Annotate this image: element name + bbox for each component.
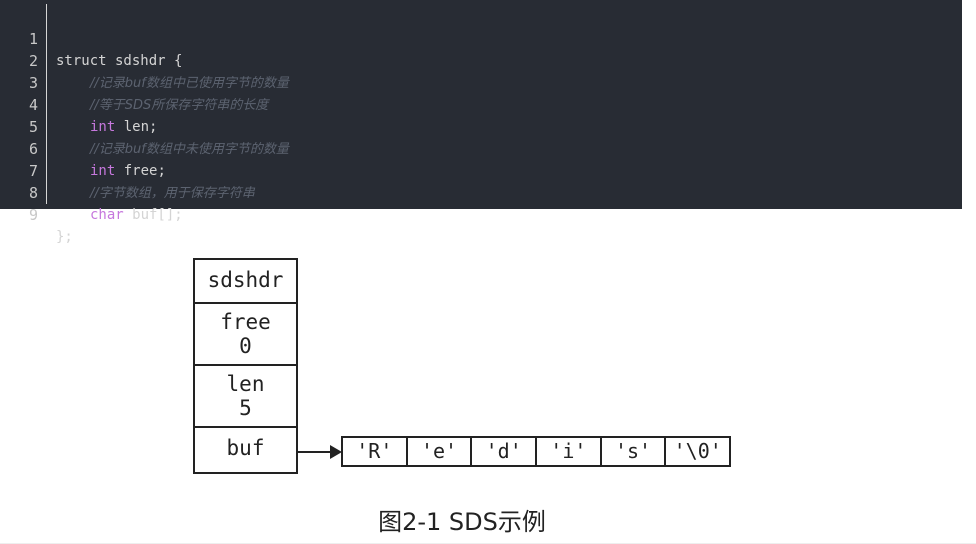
buf-cell-2: 'd' — [472, 438, 538, 465]
code-line-7: 7 //字节数组，用于保存字符串 — [0, 138, 255, 201]
free-field-cell: free 0 — [195, 304, 296, 366]
code-text: //字节数组，用于保存字符串 — [90, 182, 255, 205]
len-label: len — [226, 372, 265, 396]
code-keyword: int — [90, 163, 116, 179]
code-text: //记录buf数组中已使用字节的数量 — [90, 72, 289, 95]
code-line-2: 2 //记录buf数组中已使用字节的数量 — [0, 28, 289, 91]
buf-field-cell: buf — [195, 428, 296, 472]
code-text: int len; — [90, 116, 157, 138]
code-identifier: free; — [115, 163, 166, 179]
sds-diagram: sdshdr free 0 len 5 buf 'R' 'e' 'd' 'i' … — [0, 210, 976, 544]
free-label: free — [220, 310, 271, 334]
code-comment: //等于SDS所保存字符串的长度 — [90, 98, 269, 113]
len-field-cell: len 5 — [195, 366, 296, 428]
code-line-6: 6 int free; — [0, 116, 166, 179]
code-panel: 1 struct sdshdr { 2 //记录buf数组中已使用字节的数量 3… — [0, 0, 962, 245]
buf-cell-1: 'e' — [408, 438, 473, 465]
code-comment: //记录buf数组中未使用字节的数量 — [90, 142, 289, 157]
struct-title-cell: sdshdr — [195, 260, 296, 304]
buf-array: 'R' 'e' 'd' 'i' 's' '\0' — [341, 436, 731, 467]
buf-cell-4: 's' — [602, 438, 667, 465]
code-comment: //字节数组，用于保存字符串 — [90, 186, 255, 201]
sdshdr-struct-box: sdshdr free 0 len 5 buf — [193, 258, 298, 474]
code-text: struct sdshdr { — [56, 50, 182, 72]
free-value: 0 — [239, 334, 252, 358]
code-line-4: 4 int len; — [0, 72, 157, 135]
code-text: //等于SDS所保存字符串的长度 — [90, 94, 268, 117]
code-text: //记录buf数组中未使用字节的数量 — [90, 138, 289, 161]
code-text: int free; — [90, 160, 166, 182]
code-line-3: 3 //等于SDS所保存字符串的长度 — [0, 50, 268, 113]
figure-caption: 图2-1 SDS示例 — [378, 508, 546, 536]
buf-cell-3: 'i' — [537, 438, 602, 465]
buf-pointer-arrow — [298, 451, 332, 453]
code-line-1: 1 struct sdshdr { — [0, 6, 182, 69]
struct-title: sdshdr — [207, 268, 284, 292]
buf-cell-5: '\0' — [673, 439, 722, 463]
code-line-9: 9 }; — [0, 182, 73, 245]
code-line-8: 8 char buf[]; — [0, 160, 183, 223]
len-value: 5 — [239, 396, 252, 420]
buf-cell-0: 'R' — [343, 438, 408, 465]
code-comment: //记录buf数组中已使用字节的数量 — [90, 76, 289, 91]
struct-decl: struct sdshdr { — [56, 53, 183, 69]
gutter-divider — [46, 4, 47, 204]
code-line-5: 5 //记录buf数组中未使用字节的数量 — [0, 94, 289, 157]
code-keyword: int — [90, 119, 116, 135]
code-identifier: len; — [115, 119, 158, 135]
buf-label: buf — [226, 436, 265, 460]
